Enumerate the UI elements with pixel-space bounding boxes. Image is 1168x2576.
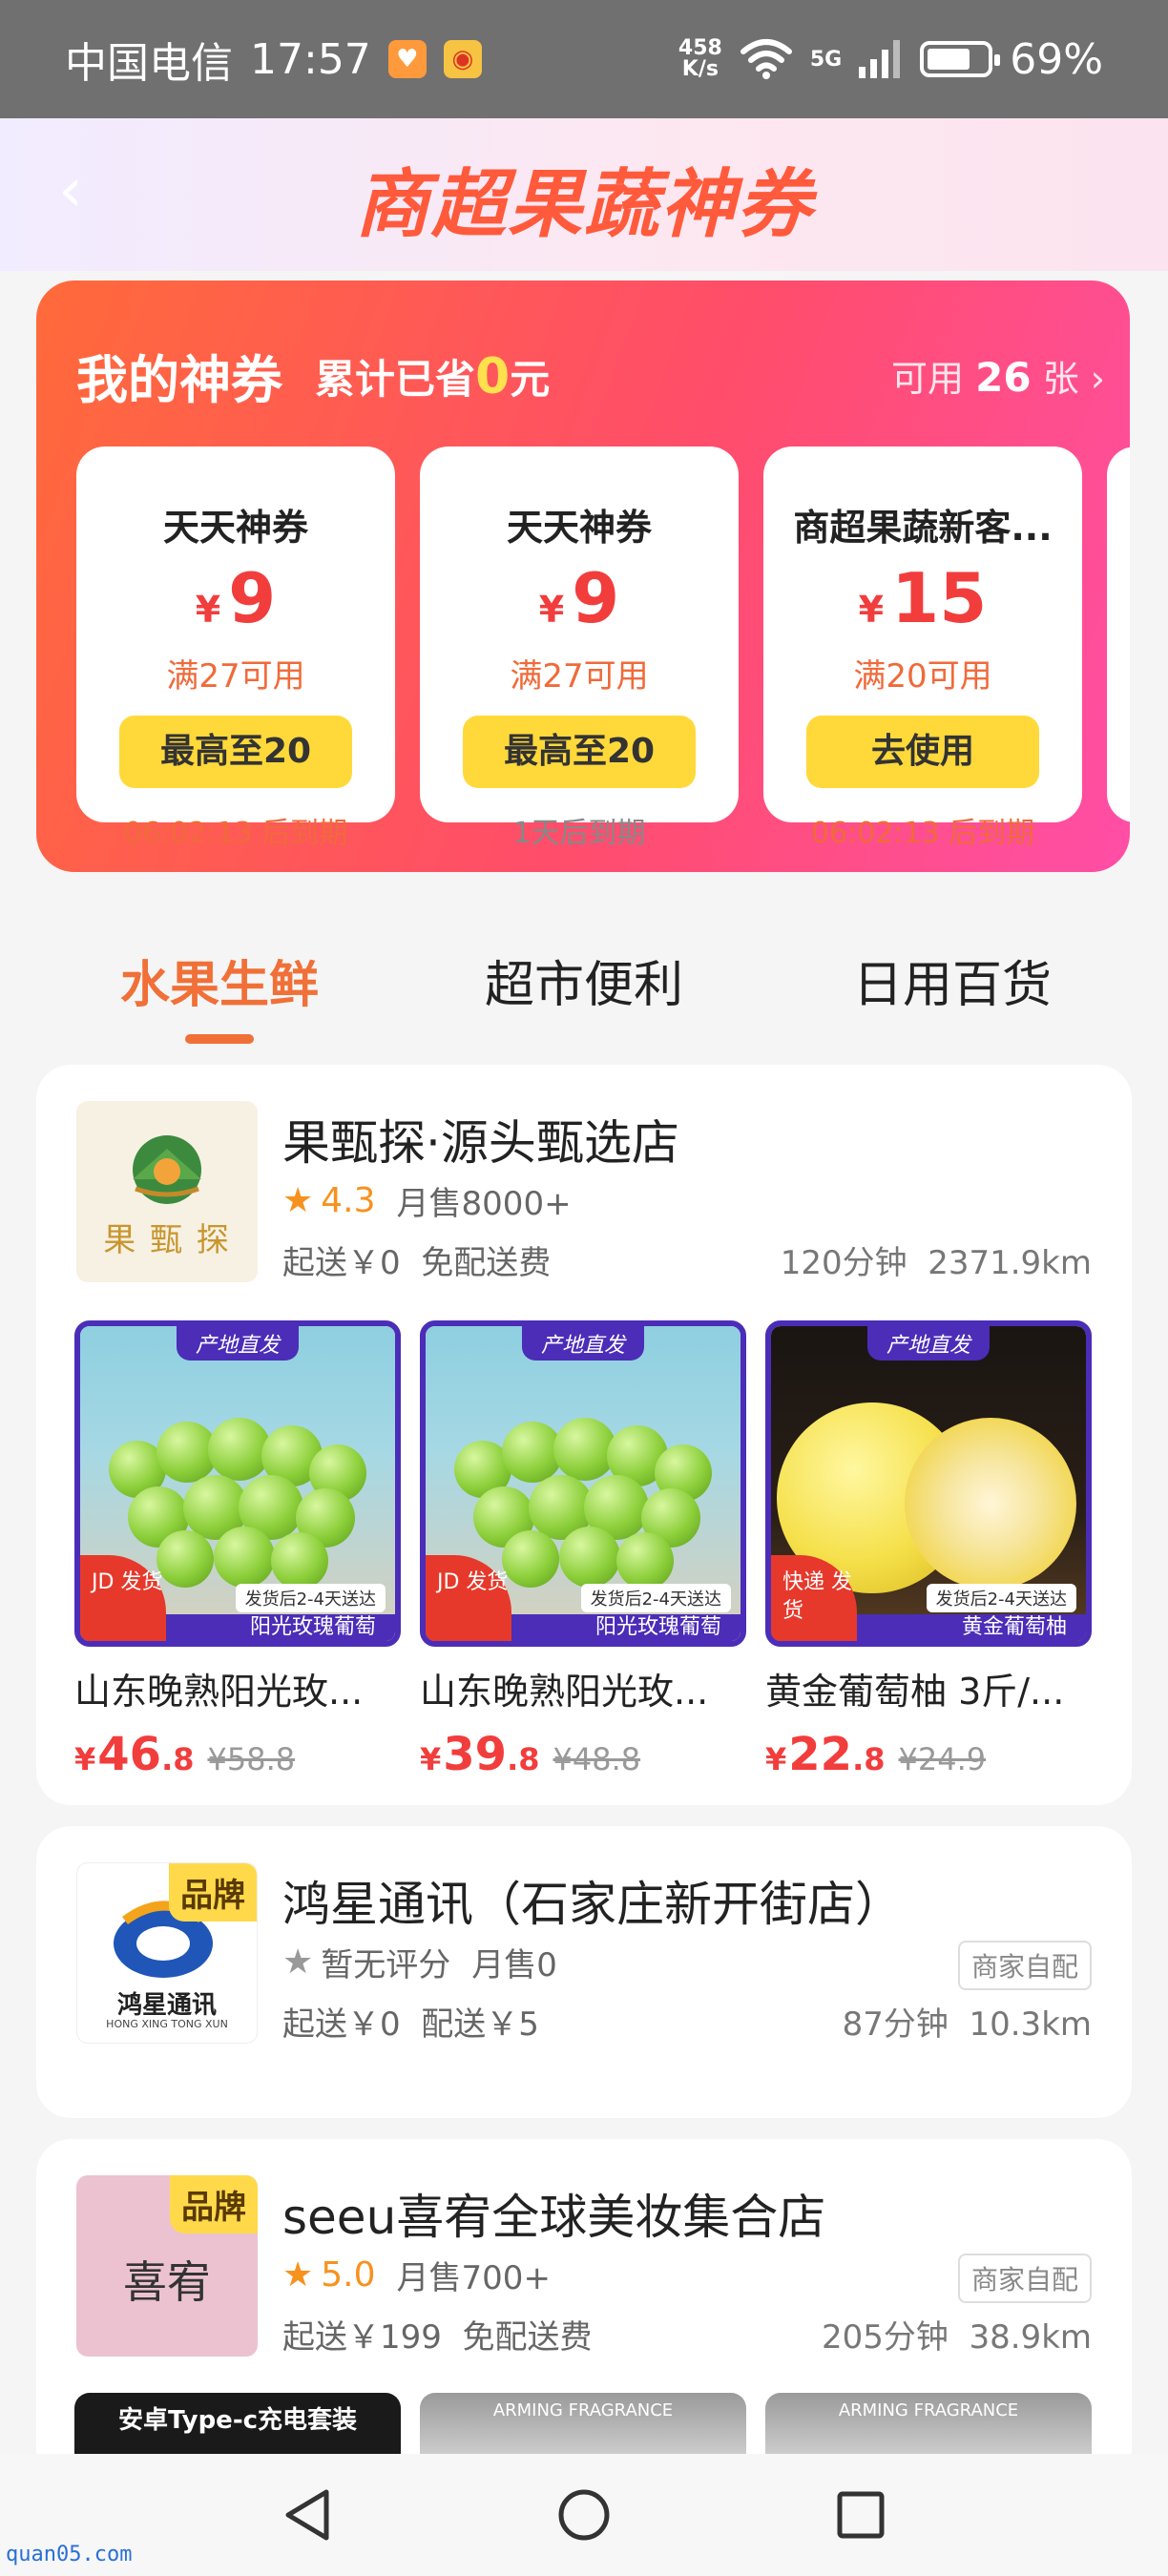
store-meta: ★ 暂无评分 月售0 [282,1939,557,1985]
product-price: ¥46.8 ¥58.8 [74,1728,296,1781]
self-delivery-badge: 商家自配 [957,2254,1092,2303]
product-image: 产地直发 发货后2-4天送达 阳光玫瑰葡萄 JD 发货 [420,1320,746,1647]
coupon-panel-title: 我的神券 [76,350,282,410]
store-rating: 暂无评分 [321,1946,451,1984]
active-tab-indicator [185,1034,254,1044]
product-image: 产地直发 发货后2-4天送达 阳光玫瑰葡萄 JD 发货 [74,1320,401,1647]
store-logo: 喜宥 品牌 [76,2175,258,2357]
coupon-expiry: 1天后到期 [512,817,646,850]
monthly-sales: 月售700+ [396,2259,551,2297]
store-distance: 205分钟 38.9km [821,2318,1092,2357]
available-coupons-link[interactable]: 可用 26 张 › [891,349,1105,402]
nav-home-icon[interactable] [555,2486,613,2544]
store-name[interactable]: 鸿星通讯（石家庄新开街店） [282,1866,903,1935]
star-icon: ★ [282,2255,314,2295]
coupon-expiry: 06:02:13 后到期 [810,817,1035,850]
store-name[interactable]: seeu喜宥全球美妆集合店 [282,2179,825,2248]
product-image: 产地直发 发货后2-4天送达 黄金葡萄柚 快递 发货 [765,1320,1092,1647]
battery-icon [920,41,1001,77]
monthly-sales: 月售8000+ [396,1185,572,1223]
original-price: ¥48.8 [553,1741,641,1777]
store-logo: 果 甄 探 [76,1101,258,1282]
nav-recents-icon[interactable] [832,2486,889,2544]
system-nav-bar [0,2454,1168,2576]
store-logo-text: 果 甄 探 [103,1221,231,1259]
star-icon: ★ [282,1181,314,1220]
product-item[interactable]: 产地直发 发货后2-4天送达 阳光玫瑰葡萄 JD 发货 山东晚熟阳光玫... ¥… [74,1320,401,1781]
chevron-right-icon: › [1090,358,1105,400]
store-card[interactable]: 果 甄 探 果甄探·源头甄选店 ★ 4.3 月售8000+ 起送￥0 免配送费 … [36,1065,1132,1805]
network-type: 5G [809,47,843,72]
store-name[interactable]: 果甄探·源头甄选店 [282,1105,679,1174]
page-header: ‹ 商超果蔬神券 [0,118,1168,271]
battery-percent: 69% [1010,34,1103,84]
product-price: ¥22.8 ¥24.9 [765,1728,987,1781]
product-name: 山东晚熟阳光玫... [74,1671,364,1713]
coupon-expiry: 06:02:13 后到期 [123,817,348,850]
original-price: ¥58.8 [207,1741,296,1777]
store-rating: 4.3 [321,1181,376,1220]
signal-icon [859,40,901,78]
monthly-sales: 月售0 [471,1946,557,1984]
store-meta: ★ 5.0 月售700+ [282,2252,551,2298]
store-logo: 鸿星通讯 HONG XING TONG XUN 品牌 [76,1862,258,2044]
coupon-button[interactable]: 最高至20 [463,716,696,788]
store-logo-subtext: HONG XING TONG XUN [106,2018,228,2030]
tab-fruit-fresh[interactable]: 水果生鲜 [120,945,319,1016]
store-fee: 起送￥199 免配送费 [282,2318,593,2357]
clock: 17:57 [250,34,371,84]
net-speed: 458 K/s [678,36,722,81]
product-item[interactable]: 产地直发 发货后2-4天送达 黄金葡萄柚 快递 发货 黄金葡萄柚 3斤/... … [765,1320,1092,1781]
watermark: quan05.com [6,2543,133,2566]
brand-tag: 品牌 [169,1863,257,1922]
store-fee: 起送￥0 配送￥5 [282,2005,539,2044]
brand-tag: 品牌 [170,2175,258,2233]
product-price: ¥39.8 ¥48.8 [420,1728,641,1781]
store-card[interactable]: 鸿星通讯 HONG XING TONG XUN 品牌 鸿星通讯（石家庄新开街店）… [36,1826,1132,2118]
store-fee: 起送￥0 免配送费 [282,1244,552,1282]
app-notification-icon: ♥ [387,40,427,78]
store-logo-text: 鸿星通讯 [116,1991,217,2020]
carrier-label: 中国电信 [65,39,233,88]
page-title: 商超果蔬神券 [354,162,813,248]
weibo-icon: ◉ [443,40,482,78]
coupon-button[interactable]: 去使用 [806,716,1039,788]
saved-summary: 累计已省0元 [315,348,551,405]
store-distance: 120分钟 2371.9km [780,1244,1092,1282]
coupon-card[interactable]: 天天神券 ¥9 满27可用 最高至20 1天后到期 [420,447,739,850]
store-meta: ★ 4.3 月售8000+ [282,1177,572,1224]
coupon-card-peek[interactable] [1107,447,1130,822]
original-price: ¥24.9 [898,1741,987,1777]
self-delivery-badge: 商家自配 [957,1941,1092,1990]
product-name: 黄金葡萄柚 3斤/... [765,1671,1065,1713]
available-count: 26 [975,354,1032,401]
category-tabs: 水果生鲜 超市便利 日用百货 [0,916,1168,1044]
product-item[interactable]: 产地直发 发货后2-4天送达 阳光玫瑰葡萄 JD 发货 山东晚熟阳光玫... ¥… [420,1320,746,1781]
store-logo-text: 喜宥 [123,2256,211,2308]
coupon-card[interactable]: 商超果蔬新客... ¥15 满20可用 去使用 06:02:13 后到期 [763,447,1082,850]
star-icon: ★ [282,1942,314,1982]
store-distance: 87分钟 10.3km [842,2005,1092,2044]
coupon-card[interactable]: 天天神券 ¥9 满27可用 最高至20 06:02:13 后到期 [76,447,395,850]
coupon-panel: 我的神券 累计已省0元 可用 26 张 › 天天神券 ¥9 满27可用 最高至2… [36,280,1130,872]
status-bar: 中国电信 17:57 ♥ ◉ 458 K/s 5G 69% [0,0,1168,118]
coupon-button[interactable]: 最高至20 [119,716,352,788]
store-rating: 5.0 [321,2255,376,2295]
wifi-icon [740,39,792,79]
tab-daily-goods[interactable]: 日用百货 [853,945,1052,1016]
product-name: 山东晚熟阳光玫... [420,1671,709,1713]
saved-amount: 0 [475,348,511,405]
nav-back-icon[interactable] [279,2486,336,2544]
tab-supermarket[interactable]: 超市便利 [485,945,683,1016]
